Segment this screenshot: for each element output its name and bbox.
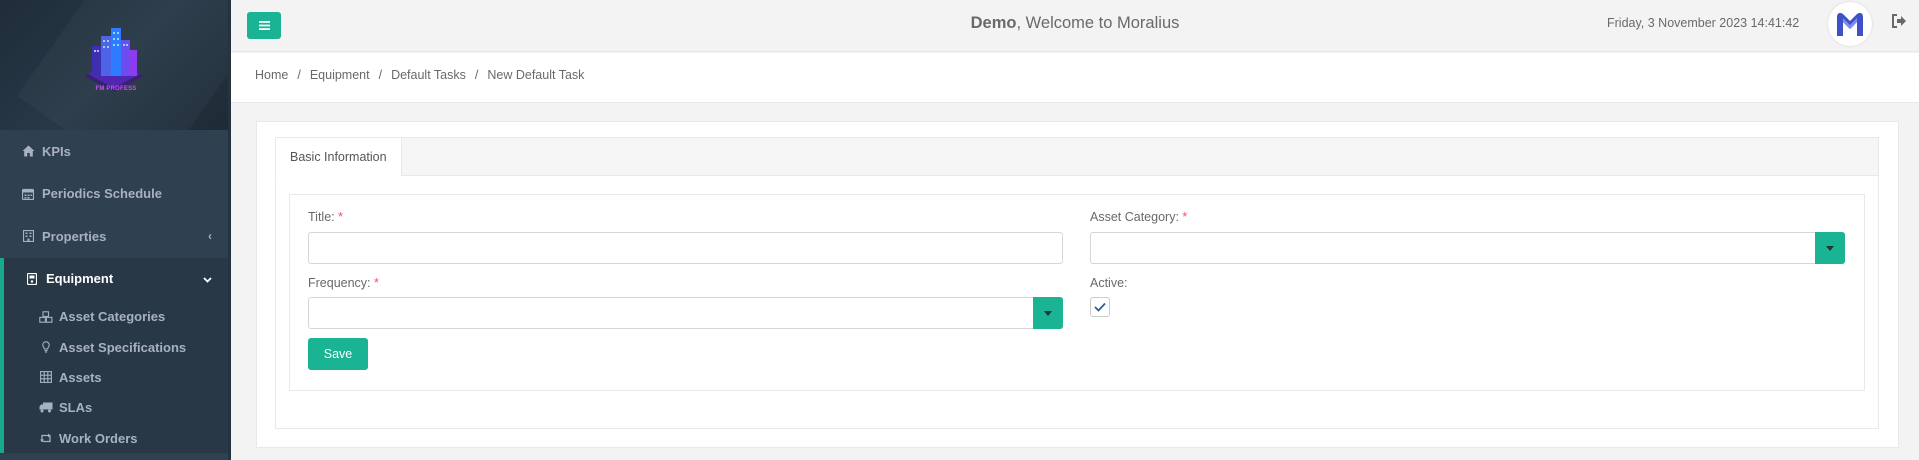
tab-strip: Basic Information [275, 137, 1878, 177]
cubes-icon [39, 310, 53, 324]
sidebar-item-properties[interactable]: Properties ‹ [0, 215, 228, 258]
calendar-icon [21, 187, 35, 201]
asset-category-label-text: Asset Category: [1090, 210, 1179, 224]
sidebar-subitem-label: Assets [59, 369, 102, 385]
sidebar-nav: KPIs Periodics Schedule Properties ‹ Equ… [0, 130, 228, 454]
frequency-label-text: Frequency: [308, 276, 371, 290]
asset-category-dropdown-button[interactable] [1815, 232, 1845, 264]
required-marker: * [1182, 210, 1188, 224]
active-label: Active: [1090, 276, 1128, 290]
chevron-down-icon [203, 272, 212, 286]
logo-area: FM PROFESS [0, 0, 228, 130]
sidebar-toggle-button[interactable] [247, 12, 281, 39]
frequency-select[interactable] [308, 297, 1063, 329]
caret-down-icon [1044, 310, 1052, 316]
logout-button[interactable] [1891, 14, 1911, 34]
lightbulb-icon [39, 340, 53, 354]
device-icon [25, 272, 39, 286]
frequency-dropdown-button[interactable] [1033, 297, 1063, 329]
sidebar-item-assets[interactable]: Assets [4, 362, 228, 392]
sidebar-item-periodics-schedule[interactable]: Periodics Schedule [0, 173, 228, 216]
truck-icon [39, 401, 53, 415]
sidebar-item-equipment[interactable]: Equipment [0, 257, 228, 300]
breadcrumb-separator: / [297, 68, 301, 82]
sidebar-item-label: Properties [42, 228, 107, 244]
required-marker: * [338, 210, 343, 224]
sidebar-item-work-orders[interactable]: Work Orders [4, 423, 228, 453]
sidebar-subitem-label: Asset Categories [59, 309, 166, 325]
title-input[interactable] [308, 232, 1063, 264]
sidebar-item-label: Equipment [46, 271, 114, 286]
required-marker: * [374, 276, 379, 290]
breadcrumb-separator: / [474, 68, 479, 82]
sidebar-item-kpis[interactable]: KPIs [0, 130, 228, 173]
caret-down-icon [1826, 245, 1834, 251]
avatar[interactable] [1828, 2, 1872, 46]
tenant-name: Demo [970, 14, 1017, 32]
welcome-text: , Welcome to Moralius [1016, 14, 1180, 32]
tabs-container: Basic Information Title: * Asset Categor… [275, 137, 1879, 429]
sidebar-item-label: Periodics Schedule [42, 186, 162, 202]
sidebar-subitem-label: SLAs [59, 400, 93, 416]
save-button[interactable]: Save [308, 338, 368, 370]
breadcrumb-default-tasks[interactable]: Default Tasks [391, 68, 466, 82]
top-navbar: Demo, Welcome to Moralius Friday, 3 Nove… [231, 0, 1919, 52]
breadcrumb: Home / Equipment / Default Tasks / New D… [255, 68, 584, 82]
sidebar-subitem-label: Asset Specifications [59, 339, 187, 355]
breadcrumb-equipment[interactable]: Equipment [310, 68, 370, 82]
sidebar-item-label: KPIs [42, 143, 71, 159]
tab-basic-information[interactable]: Basic Information [275, 137, 402, 177]
chevron-left-icon: ‹ [208, 229, 212, 243]
sign-out-icon [1892, 14, 1906, 28]
logo-caption: FM PROFESS [95, 86, 137, 92]
retweet-icon [39, 431, 53, 445]
breadcrumb-separator: / [378, 68, 383, 82]
asset-category-select[interactable] [1090, 232, 1845, 264]
title-label: Title: * [308, 210, 343, 224]
frequency-label: Frequency: * [308, 276, 379, 290]
sidebar-item-asset-categories[interactable]: Asset Categories [4, 302, 228, 332]
home-icon [21, 144, 35, 158]
sidebar-item-slas[interactable]: SLAs [4, 393, 228, 423]
title-label-text: Title: [308, 210, 335, 224]
sidebar-subitem-label: Work Orders [59, 430, 138, 446]
hamburger-icon [258, 21, 270, 30]
sidebar-item-asset-specifications[interactable]: Asset Specifications [4, 332, 228, 362]
equipment-submenu: Asset Categories Asset Specifications As… [0, 299, 228, 454]
breadcrumb-bar: Home / Equipment / Default Tasks / New D… [231, 53, 1919, 103]
breadcrumb-current: New Default Task [487, 68, 585, 82]
building-icon [21, 229, 35, 243]
basic-information-panel: Title: * Asset Category: * Frequency: * … [289, 194, 1865, 391]
asset-category-label: Asset Category: * [1090, 210, 1187, 224]
current-datetime: Friday, 3 November 2023 14:41:42 [1607, 16, 1800, 30]
sidebar: FM PROFESS KPIs Periodics Schedule Prope… [0, 0, 230, 460]
active-checkbox[interactable] [1090, 297, 1110, 317]
breadcrumb-home[interactable]: Home [255, 68, 288, 82]
moralius-logo-icon [1837, 13, 1863, 36]
checkmark-icon [1094, 302, 1106, 312]
grid-icon [39, 370, 53, 384]
